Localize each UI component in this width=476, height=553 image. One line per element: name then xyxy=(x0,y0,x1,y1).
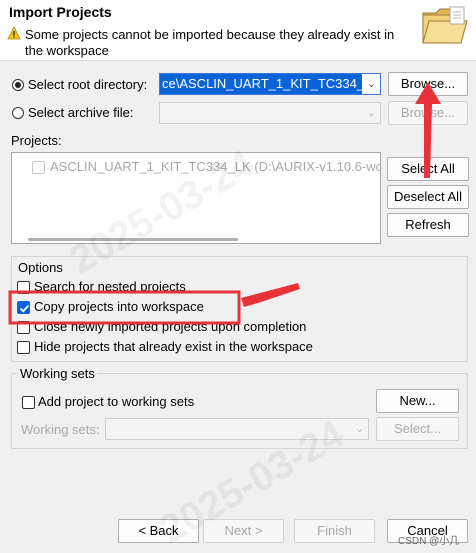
highlight-box xyxy=(8,290,241,325)
annotation-overlay xyxy=(8,82,441,325)
arrow-annotation xyxy=(241,283,300,307)
arrow-annotation xyxy=(415,82,441,178)
